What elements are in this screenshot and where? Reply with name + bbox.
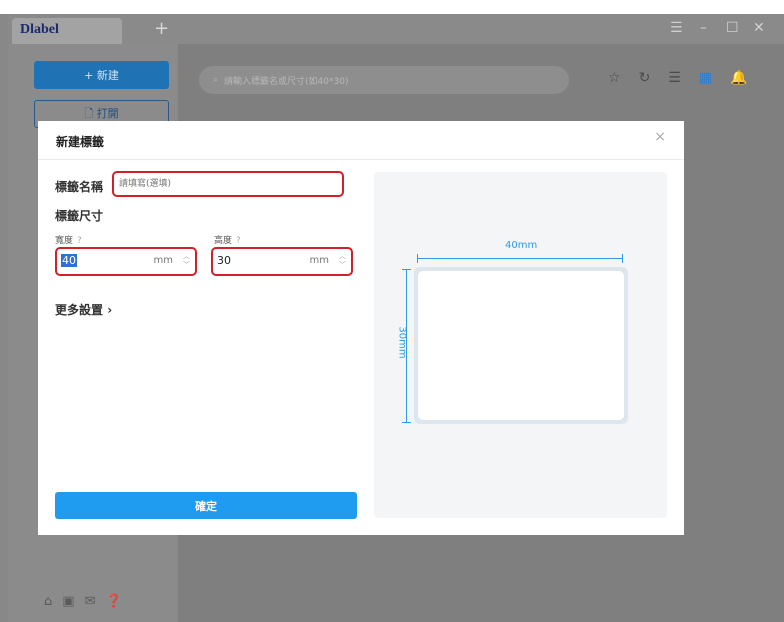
search-placeholder: 請輸入標籤名或尺寸(如40*30) (224, 76, 349, 87)
close-window-button[interactable]: ✕ (753, 20, 765, 36)
label-preview-canvas (418, 271, 624, 420)
tab-bar: Dlabel + ☰ – ☐ ✕ (8, 14, 784, 44)
dialog-title: 新建標籤 (56, 135, 105, 149)
grid-view-icon[interactable]: ▦ (699, 70, 712, 86)
more-settings-text: 更多設置 (55, 303, 104, 317)
height-dimension-tick-bottom (402, 422, 411, 423)
width-label-text: 寬度 (55, 236, 74, 246)
dialog-divider (38, 159, 684, 160)
video-icon[interactable]: ▣ (62, 594, 74, 609)
app-logo: Dlabel (20, 22, 59, 38)
minimize-button[interactable]: – (700, 20, 707, 36)
width-input[interactable]: 40 mm ︿ ﹀ (55, 247, 197, 276)
help-icon[interactable]: ? (77, 236, 82, 246)
width-field-label: 寬度? (55, 233, 82, 246)
new-label-dialog: 新建標籤 × 標籤名稱 標籤尺寸 寬度? 高度? 40 mm ︿﹀ 30 mm … (38, 121, 684, 535)
height-stepper-icon[interactable]: ︿ ﹀ (339, 252, 346, 270)
width-dimension-line (417, 258, 623, 259)
mail-icon[interactable]: ✉ (85, 594, 96, 609)
height-label-text: 高度 (214, 236, 233, 246)
left-edge-strip (0, 14, 8, 622)
label-preview-panel: 40mm 30mm (374, 172, 667, 518)
height-field-label: 高度? (214, 233, 241, 246)
logo-icon: D (20, 22, 31, 37)
width-value: 40 (61, 254, 77, 267)
search-icon: ⌕ (213, 75, 219, 85)
star-icon[interactable]: ☆ (608, 70, 621, 86)
new-label-button[interactable]: + 新建 (34, 61, 169, 89)
width-dimension-tick-left (417, 254, 418, 263)
height-input[interactable]: 30 mm ︿ ﹀ (211, 247, 353, 276)
label-preview (414, 267, 628, 424)
confirm-button[interactable]: 確定 (55, 492, 357, 519)
logo-text: label (30, 22, 59, 37)
top-strip (0, 0, 784, 14)
close-icon[interactable]: × (654, 129, 666, 145)
height-dimension-tick-top (402, 269, 411, 270)
width-dimension-tick-right (622, 254, 623, 263)
help-icon[interactable]: ? (236, 236, 241, 246)
width-dimension-label: 40mm (505, 240, 538, 251)
tab-label-app[interactable]: Dlabel (12, 18, 122, 44)
height-unit: mm (309, 255, 329, 266)
home-icon[interactable]: ⌂ (44, 594, 52, 609)
chevron-right-icon: › (107, 303, 113, 317)
sidebar-bottom-icons: ⌂ ▣ ✉ ❓ (44, 594, 122, 609)
label-name-title: 標籤名稱 (55, 180, 104, 194)
add-tab-button[interactable]: + (154, 18, 169, 39)
height-dimension-label: 30mm (396, 326, 408, 359)
label-size-title: 標籤尺寸 (55, 209, 104, 223)
width-stepper-icon[interactable]: ︿ ﹀ (183, 252, 190, 270)
width-unit: mm (153, 255, 173, 266)
label-name-input[interactable] (112, 171, 344, 197)
search-input[interactable]: ⌕ 請輸入標籤名或尺寸(如40*30) (199, 66, 569, 94)
height-value: 30 (217, 254, 231, 267)
more-settings-link[interactable]: 更多設置 › (55, 301, 112, 318)
menu-icon[interactable]: ☰ (670, 20, 683, 36)
list-view-icon[interactable]: ☰ (668, 70, 681, 86)
refresh-icon[interactable]: ↻ (639, 70, 651, 86)
bell-icon[interactable]: 🔔 (730, 70, 747, 86)
help-icon[interactable]: ❓ (105, 594, 121, 609)
maximize-button[interactable]: ☐ (726, 20, 739, 36)
toolbar: ☆ ↻ ☰ ▦ 🔔 (608, 70, 748, 86)
